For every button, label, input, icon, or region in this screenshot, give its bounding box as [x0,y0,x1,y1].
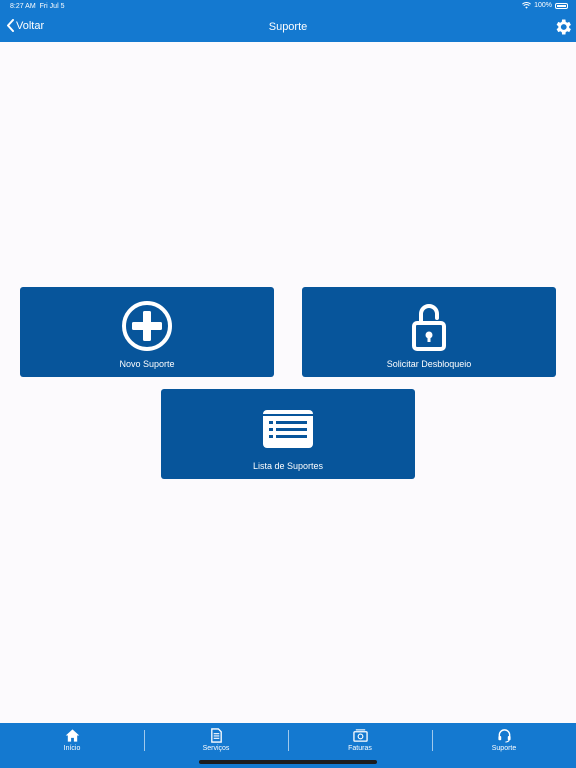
tab-suporte-label: Suporte [491,745,517,752]
home-icon [65,729,79,742]
tab-inicio-label: Início [63,745,81,752]
home-indicator [199,760,377,764]
list-icon [263,410,313,448]
novo-suporte-button[interactable]: Novo Suporte [20,287,274,377]
plus-circle-icon [122,301,172,351]
status-bar: 8:27 AM Fri Jul 5 100% [0,0,576,14]
solicitar-desbloqueio-button[interactable]: Solicitar Desbloqueio [302,287,556,377]
wifi-icon [522,2,532,9]
status-right: 100% [522,2,568,9]
battery-percent: 100% [534,2,552,9]
status-date-text: Fri Jul 5 [39,3,65,10]
lista-de-suportes-button[interactable]: Lista de Suportes [161,389,415,479]
novo-suporte-label: Novo Suporte [119,359,175,369]
unlock-icon [412,304,446,351]
battery-icon [555,2,568,9]
status-time-text: 8:27 AM [10,3,36,10]
tab-inicio[interactable]: Início [0,723,144,768]
nav-bar: Voltar Suporte [0,14,576,42]
solicitar-desbloqueio-label: Solicitar Desbloqueio [386,359,472,369]
status-time: 8:27 AM Fri Jul 5 [10,3,64,10]
headset-icon [497,729,511,743]
lista-de-suportes-label: Lista de Suportes [252,461,324,471]
tab-faturas-label: Faturas [348,745,372,752]
page-title: Suporte [268,21,308,33]
tab-suporte[interactable]: Suporte [432,723,576,768]
gear-icon[interactable] [553,17,573,37]
tab-servicos-label: Serviços [202,745,230,752]
document-icon [210,728,222,743]
money-icon [352,729,368,742]
